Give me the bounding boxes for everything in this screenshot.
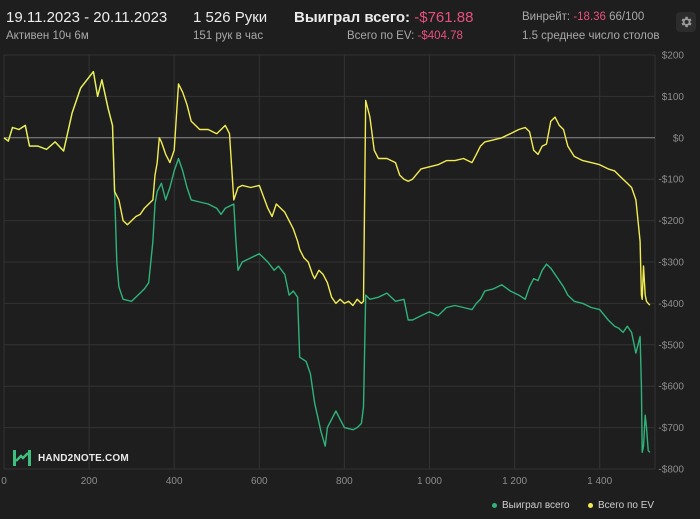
won-total-value: -$761.88 — [414, 9, 474, 26]
active-time: Активен 10ч 6м — [6, 30, 89, 42]
won-total-label: Выиграл всего: — [294, 9, 411, 26]
x-tick-label: 1 200 — [502, 476, 527, 487]
legend-ev[interactable]: Всего по EV — [588, 500, 654, 511]
ev-total-value: -$404.78 — [417, 30, 463, 42]
legend-ev-swatch — [588, 503, 593, 508]
y-tick-label: -$700 — [658, 423, 684, 434]
winrate: Винрейт: -18.36 66/100 — [522, 11, 644, 23]
x-tick-label: 1 400 — [587, 476, 612, 487]
gear-icon — [681, 16, 692, 28]
hands-count: 1 526 Руки — [193, 9, 268, 26]
y-tick-label: -$300 — [658, 258, 684, 269]
x-tick-label: 0 — [1, 476, 7, 487]
y-tick-label: -$800 — [658, 465, 684, 476]
winrate-label: Винрейт: — [522, 11, 571, 23]
hands-per-hour: 151 рук в час — [193, 30, 264, 42]
y-tick-label: -$100 — [658, 175, 684, 186]
y-tick-label: $200 — [662, 51, 685, 62]
x-tick-label: 400 — [166, 476, 183, 487]
y-tick-label: -$200 — [658, 216, 684, 227]
x-tick-label: 800 — [336, 476, 353, 487]
x-tick-label: 600 — [251, 476, 268, 487]
chart-grid — [3, 54, 656, 470]
y-tick-label: $100 — [662, 92, 685, 103]
y-tick-label: $0 — [673, 133, 685, 144]
avg-tables: 1.5 среднее число столов — [522, 30, 660, 42]
x-tick-label: 200 — [81, 476, 98, 487]
x-axis-ticks: 0 200 400 600 800 1 000 1 200 1 400 — [1, 476, 612, 487]
date-range: 19.11.2023 - 20.11.2023 — [6, 9, 168, 26]
settings-button[interactable] — [676, 12, 696, 32]
y-axis-ticks: $200 $100 $0 -$100 -$200 -$300 -$400 -$500 -$600… — [658, 51, 684, 476]
legend-won[interactable]: Выиграл всего — [492, 500, 570, 511]
x-tick-label: 1 000 — [417, 476, 442, 487]
y-tick-label: -$600 — [658, 382, 684, 393]
winrate-value: -18.36 — [573, 11, 606, 23]
y-tick-label: -$400 — [658, 299, 684, 310]
winnings-chart: 0 200 400 600 800 1 000 1 200 1 400 $200 $100 $0 -… — [1, 51, 684, 488]
y-tick-label: -$500 — [658, 340, 684, 351]
legend-won-label: Выиграл всего — [502, 500, 570, 511]
legend-ev-label: Всего по EV — [598, 500, 655, 511]
ev-total: Всего по EV: -$404.78 — [347, 30, 463, 42]
hand2note-logo: HAND2NOTE.COM — [12, 449, 129, 467]
logo-text: HAND2NOTE.COM — [38, 452, 129, 464]
legend-won-swatch — [492, 503, 497, 508]
hand2note-logo-icon — [13, 450, 31, 466]
winrate-unit: 66/100 — [609, 11, 645, 23]
won-total: Выиграл всего: -$761.88 — [294, 9, 473, 26]
ev-total-label: Всего по EV: — [347, 30, 415, 42]
